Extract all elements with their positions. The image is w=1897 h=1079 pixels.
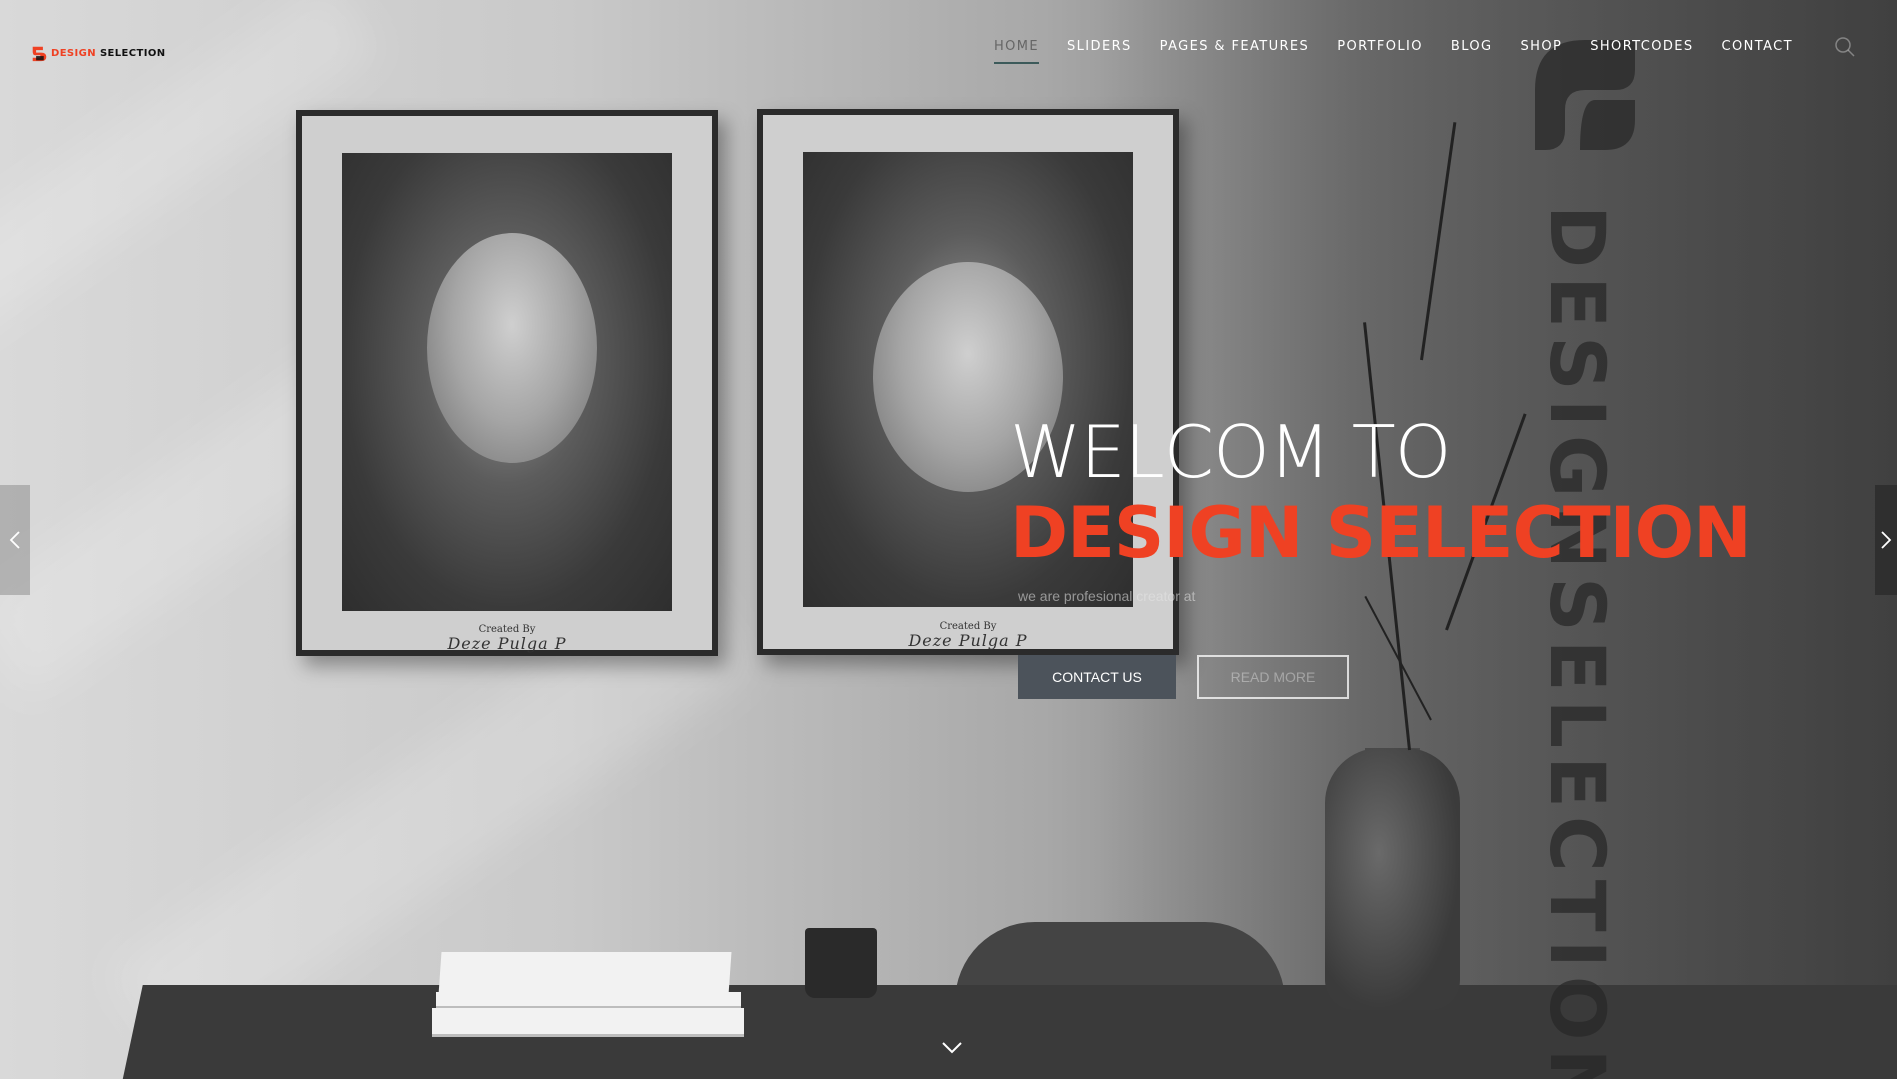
artwork-signature: Deze Pulga P: [447, 634, 567, 653]
portrait-face: [427, 233, 597, 463]
nav-item-home[interactable]: HOME: [980, 38, 1053, 66]
hero-title-line2: DESIGN SELECTION: [1010, 492, 1752, 574]
hero-title-line1: WELCOM TO: [1010, 410, 1451, 494]
nav-item-portfolio[interactable]: PORTFOLIO: [1323, 38, 1437, 66]
search-button[interactable]: [1833, 35, 1857, 59]
nav-item-pages-features[interactable]: PAGES & FEATURES: [1146, 38, 1324, 66]
logo-word-design: DESIGN: [51, 48, 97, 59]
read-more-button[interactable]: READ MORE: [1197, 655, 1349, 699]
hero-heading: WELCOM TO DESIGN SELECTION: [1010, 410, 1752, 574]
hero-subtitle: we are profesional creator at: [1018, 588, 1196, 604]
search-icon: [1835, 37, 1855, 57]
portrait-frame-left: Created By Deze Pulga P: [296, 110, 718, 656]
nav-item-blog[interactable]: BLOG: [1437, 38, 1507, 66]
book-stack: [436, 992, 741, 1009]
chevron-right-icon: [1881, 531, 1892, 549]
nav-item-contact[interactable]: CONTACT: [1708, 38, 1807, 66]
slider-next-button[interactable]: [1875, 485, 1897, 595]
vase: [1325, 748, 1460, 1010]
mug: [805, 928, 877, 998]
chevron-down-icon: [942, 1042, 962, 1054]
artwork-signature: Deze Pulga P: [908, 631, 1028, 650]
nav-item-shortcodes[interactable]: SHORTCODES: [1576, 38, 1707, 66]
slider-prev-button[interactable]: [0, 485, 30, 595]
contact-us-button[interactable]: CONTACT US: [1018, 655, 1176, 699]
nav-item-sliders[interactable]: SLIDERS: [1053, 38, 1146, 66]
logo-mark-icon: [32, 46, 47, 62]
portrait-artwork-left: [342, 153, 672, 611]
logo-text: DESIGN SELECTION: [51, 48, 166, 59]
logo-word-selection: SELECTION: [99, 48, 166, 59]
main-nav: HOME SLIDERS PAGES & FEATURES PORTFOLIO …: [980, 38, 1807, 66]
book-stack: [438, 952, 732, 995]
chevron-left-icon: [9, 531, 20, 549]
scroll-down-button[interactable]: [940, 1040, 964, 1060]
site-logo[interactable]: DESIGN SELECTION: [31, 45, 166, 62]
book-stack: [432, 1008, 744, 1037]
brand-watermark-text: DESIGNSELECTION: [1533, 205, 1622, 1079]
nav-item-shop[interactable]: SHOP: [1507, 38, 1577, 66]
